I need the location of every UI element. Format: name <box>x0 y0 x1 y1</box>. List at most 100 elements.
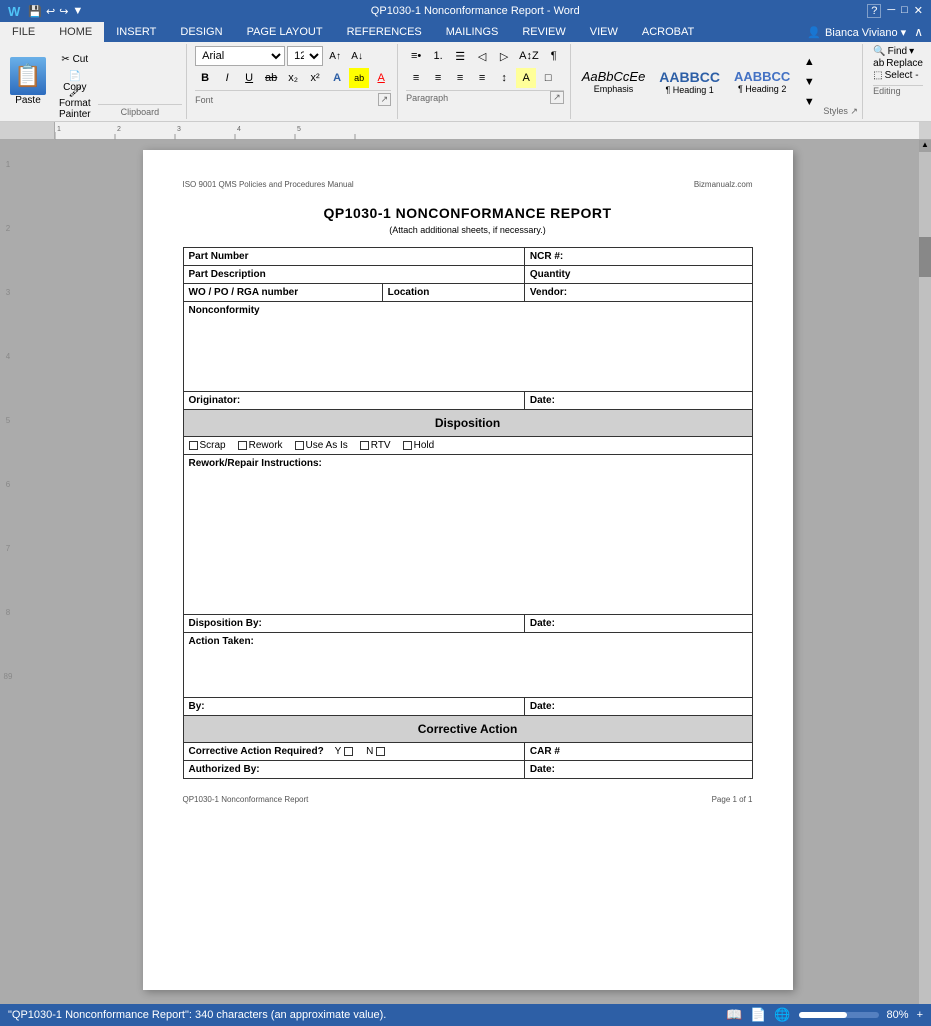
originator-label: Originator: <box>183 392 524 410</box>
tab-file[interactable]: FILE <box>0 22 47 42</box>
tab-review[interactable]: REVIEW <box>510 22 577 42</box>
minimize-button[interactable]: ─ <box>887 4 895 18</box>
find-icon: 🔍 <box>873 46 885 57</box>
texteffects-btn[interactable]: A <box>327 68 347 88</box>
italic-button[interactable]: I <box>217 68 237 88</box>
styles-more-btn[interactable]: ▼ <box>799 92 819 112</box>
svg-text:4: 4 <box>237 126 241 133</box>
tab-insert[interactable]: INSERT <box>104 22 168 42</box>
scroll-up-btn[interactable]: ▲ <box>919 140 931 152</box>
tab-mailings[interactable]: MAILINGS <box>434 22 511 42</box>
bullets-btn[interactable]: ≡• <box>406 46 426 66</box>
font-size-select[interactable]: 12 <box>287 46 323 66</box>
tab-home[interactable]: HOME <box>47 22 104 42</box>
bold-button[interactable]: B <box>195 68 215 88</box>
clipboard-actions: ✂ Cut 📄 Copy 🖌 Format Painter <box>54 50 96 114</box>
tab-design[interactable]: DESIGN <box>168 22 234 42</box>
style-heading1[interactable]: AABBCC ¶ Heading 1 <box>654 66 725 98</box>
view-read-btn[interactable]: 📖 <box>726 1007 742 1023</box>
right-scrollbar[interactable]: ▲ ▼ <box>919 140 931 1018</box>
view-print-btn[interactable]: 📄 <box>750 1007 766 1023</box>
cb-rework[interactable]: Rework <box>238 440 283 451</box>
cut-button[interactable]: ✂ Cut <box>54 50 96 70</box>
select-btn[interactable]: ⬚ Select - <box>873 70 923 81</box>
justify-btn[interactable]: ≡ <box>472 68 492 88</box>
cb-scrap[interactable]: Scrap <box>189 440 226 451</box>
paste-icon: 📋 <box>10 57 46 95</box>
zoom-in-btn[interactable]: + <box>917 1009 923 1021</box>
row-checkboxes: Scrap Rework Use As Is RTV Hold <box>183 437 752 455</box>
page-header-right: Bizmanualz.com <box>694 180 753 189</box>
redo-icon[interactable]: ↪ <box>59 5 68 18</box>
word-icon: W <box>8 4 20 19</box>
row-nonconformity: Nonconformity <box>183 302 752 392</box>
sort-btn[interactable]: A↕Z <box>516 46 542 66</box>
undo-icon[interactable]: ↩ <box>46 5 55 18</box>
save-icon[interactable]: 💾 <box>28 5 42 18</box>
align-center-btn[interactable]: ≡ <box>428 68 448 88</box>
help-button[interactable]: ? <box>867 4 881 18</box>
shading-btn[interactable]: A <box>516 68 536 88</box>
ribbon-collapse-btn[interactable]: ∧ <box>914 25 923 39</box>
subscript-btn[interactable]: x₂ <box>283 68 303 88</box>
para-expand-btn[interactable]: ↗ <box>550 91 564 104</box>
quantity-label: Quantity <box>524 266 752 284</box>
increase-font-btn[interactable]: A↑ <box>325 46 345 66</box>
strikethrough-btn[interactable]: ab <box>261 68 281 88</box>
svg-text:5: 5 <box>297 126 301 133</box>
show-formatting-btn[interactable]: ¶ <box>544 46 564 66</box>
customize-icon[interactable]: ▼ <box>72 5 83 18</box>
zoom-bar <box>799 1012 879 1018</box>
cb-useas[interactable]: Use As Is <box>295 440 348 451</box>
corrective-required-cell: Corrective Action Required? Y N <box>183 743 524 761</box>
multilevel-btn[interactable]: ☰ <box>450 46 470 66</box>
style-emphasis[interactable]: AaBbCcEe Emphasis <box>577 66 651 97</box>
numbering-btn[interactable]: 1. <box>428 46 448 66</box>
tab-acrobat[interactable]: ACROBAT <box>630 22 706 42</box>
view-web-btn[interactable]: 🌐 <box>774 1007 790 1023</box>
select-label: Select - <box>885 70 919 81</box>
decrease-indent-btn[interactable]: ◁ <box>472 46 492 66</box>
fontcolor-btn[interactable]: A <box>371 68 391 88</box>
tab-references[interactable]: REFERENCES <box>335 22 434 42</box>
align-right-btn[interactable]: ≡ <box>450 68 470 88</box>
cb-hold[interactable]: Hold <box>403 440 435 451</box>
row-disposition-header: Disposition <box>183 410 752 437</box>
row-corrective-header: Corrective Action <box>183 716 752 743</box>
styles-group: AaBbCcEe Emphasis AABBCC ¶ Heading 1 AAB… <box>573 44 863 119</box>
scroll-thumb[interactable] <box>919 237 931 277</box>
format-painter-button[interactable]: 🖌 Format Painter <box>54 94 96 114</box>
find-btn[interactable]: 🔍 Find ▾ <box>873 46 923 57</box>
maximize-button[interactable]: □ <box>901 4 908 18</box>
document-area[interactable]: ISO 9001 QMS Policies and Procedures Man… <box>16 140 919 1018</box>
replace-btn[interactable]: ab Replace <box>873 58 923 69</box>
cb-rtv[interactable]: RTV <box>360 440 391 451</box>
paste-label: Paste <box>15 95 41 106</box>
font-expand-btn[interactable]: ↗ <box>378 93 392 106</box>
line-spacing-btn[interactable]: ↕ <box>494 68 514 88</box>
font-family-select[interactable]: Arial <box>195 46 285 66</box>
border-btn[interactable]: □ <box>538 68 558 88</box>
underline-button[interactable]: U <box>239 68 259 88</box>
highlight-btn[interactable]: ab <box>349 68 369 88</box>
paste-button[interactable]: 📋 Paste <box>4 55 52 108</box>
title-bar-controls[interactable]: ? ─ □ ✕ <box>867 4 923 18</box>
styles-up-btn[interactable]: ▲ <box>799 52 819 72</box>
tab-pagelayout[interactable]: PAGE LAYOUT <box>235 22 335 42</box>
superscript-btn[interactable]: x² <box>305 68 325 88</box>
close-button[interactable]: ✕ <box>914 4 923 18</box>
disposition-header-cell: Disposition <box>183 410 752 437</box>
part-number-label: Part Number <box>183 248 524 266</box>
cb-yes[interactable] <box>344 747 353 756</box>
date1-label: Date: <box>524 392 752 410</box>
style-heading2[interactable]: AABBCC ¶ Heading 2 <box>729 66 795 97</box>
align-left-btn[interactable]: ≡ <box>406 68 426 88</box>
tab-view[interactable]: VIEW <box>578 22 630 42</box>
cb-no[interactable] <box>376 747 385 756</box>
title-bar-left: W 💾 ↩ ↪ ▼ <box>8 4 83 19</box>
decrease-font-btn[interactable]: A↓ <box>347 46 367 66</box>
styles-down-btn[interactable]: ▼ <box>799 72 819 92</box>
row-rework-repair: Rework/Repair Instructions: <box>183 455 752 615</box>
user-name[interactable]: Bianca Viviano ▾ <box>825 26 906 39</box>
increase-indent-btn[interactable]: ▷ <box>494 46 514 66</box>
